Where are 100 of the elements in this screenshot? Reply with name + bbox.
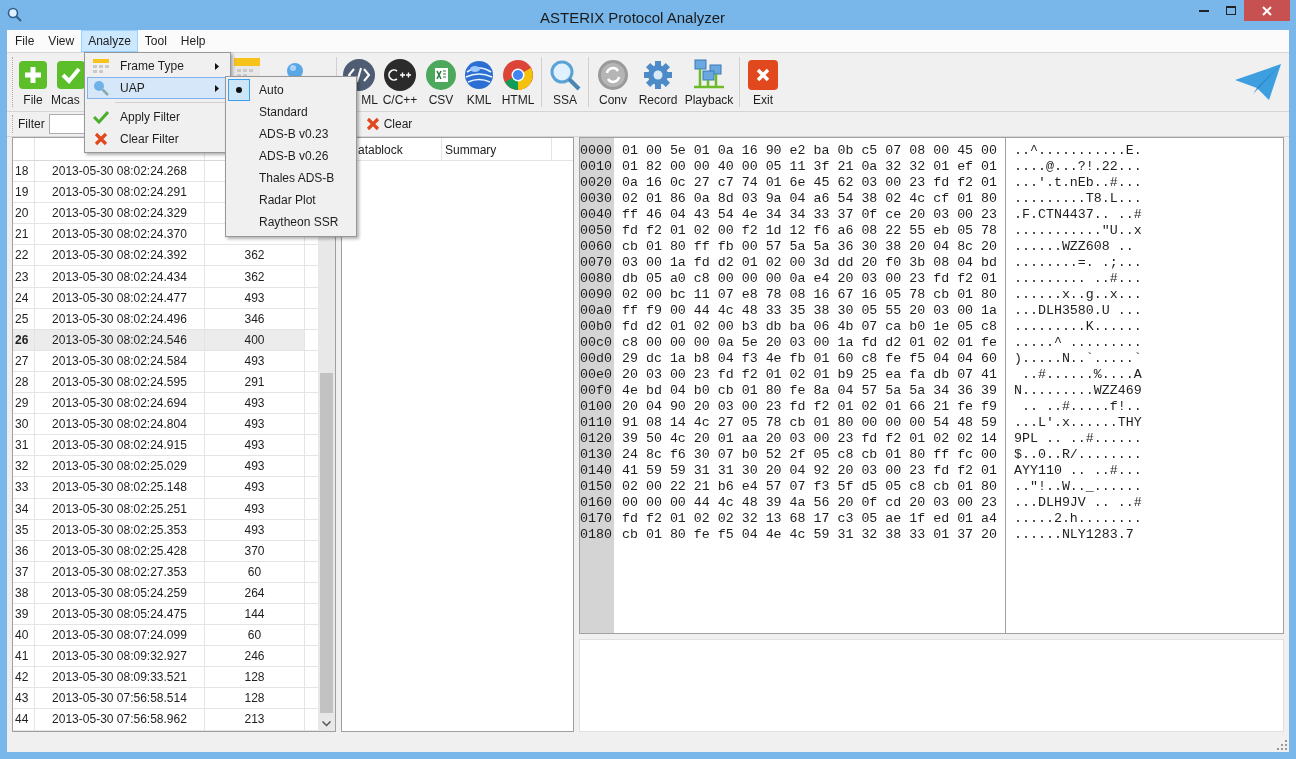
row-header[interactable]: 31	[13, 435, 35, 456]
menu-item[interactable]: ADS-B v0.23	[228, 123, 354, 145]
ascii-text: .........T8.L...	[1014, 191, 1143, 207]
hex-bytes: 29 dc 1a b8 04 f3 4e fb 01 60 c8 fe f5 04 04 60	[622, 351, 999, 367]
toolbar-button[interactable]: SSA	[545, 53, 585, 111]
toolbar-button[interactable]: CSV	[422, 53, 460, 111]
gear-icon	[643, 60, 673, 90]
table-cell: 346	[205, 308, 305, 329]
toolbar-button[interactable]: Exit	[743, 53, 783, 111]
table-cell: 362	[205, 266, 305, 287]
menu-item[interactable]: UAP	[87, 77, 228, 99]
row-header[interactable]: 30	[13, 414, 35, 435]
check-icon	[93, 110, 109, 124]
row-header[interactable]: 24	[13, 287, 35, 308]
table-cell: 2013-05-30 08:02:24.329	[35, 203, 205, 224]
menu-item[interactable]: Tool	[137, 30, 174, 52]
menu-item[interactable]: Standard	[228, 101, 354, 123]
menu-item[interactable]: File	[8, 30, 42, 52]
table-cell: 2013-05-30 08:05:24.259	[35, 582, 205, 603]
toolbar-button[interactable]: Playback	[682, 53, 736, 111]
table-cell: 493	[205, 519, 305, 540]
search-icon	[93, 80, 109, 96]
row-header[interactable]: 35	[13, 519, 35, 540]
hex-bytes: db 05 a0 c8 00 00 00 0a e4 20 03 00 23 fd f2 01	[622, 271, 999, 287]
offset-label: 0150	[580, 479, 613, 495]
row-header[interactable]: 32	[13, 456, 35, 477]
grid-icon	[93, 59, 109, 73]
row-header[interactable]: 29	[13, 393, 35, 414]
hex-bytes: 4e bd 04 b0 cb 01 80 fe 8a 04 57 5a 5a 34 36 39	[622, 383, 999, 399]
maximize-icon	[1225, 6, 1236, 15]
table-cell: 2013-05-30 08:02:24.291	[35, 182, 205, 203]
menu-item[interactable]: Raytheon SSR	[228, 211, 354, 233]
row-header[interactable]: 37	[13, 561, 35, 582]
menu-item[interactable]: Clear Filter	[87, 128, 228, 150]
ascii-text: ......WZZ608 ..	[1014, 239, 1135, 255]
hex-bytes: 01 82 00 00 40 00 05 11 3f 21 0a 32 32 01 ef 01	[622, 159, 999, 175]
row-header[interactable]: 44	[13, 709, 35, 730]
hex-bytes: 20 04 90 20 03 00 23 fd f2 01 02 01 66 21 fe f9	[622, 399, 999, 415]
column-header[interactable]: atablock	[358, 140, 403, 159]
ascii-text: ..#......%....A	[1020, 367, 1143, 383]
row-header[interactable]: 21	[13, 224, 35, 245]
menu-item[interactable]: ADS-B v0.26	[228, 145, 354, 167]
column-header[interactable]: Summary	[445, 140, 497, 159]
menu-item[interactable]: Apply Filter	[87, 106, 228, 128]
row-header[interactable]: 26	[13, 329, 35, 350]
menu-item[interactable]: Thales ADS-B	[228, 167, 354, 189]
window-title: ASTERIX Protocol Analyzer	[540, 8, 726, 28]
row-header[interactable]: 20	[13, 203, 35, 224]
menu-item[interactable]: Analyze	[81, 30, 138, 52]
toolbar-button[interactable]: Conv	[592, 53, 634, 111]
size-grip-icon[interactable]	[1277, 740, 1287, 750]
menu-item[interactable]: Help	[173, 30, 213, 52]
scroll-thumb[interactable]	[320, 373, 333, 713]
hex-bytes: fd f2 01 02 02 32 13 68 17 c3 05 ae 1f ed 01 a4	[622, 511, 999, 527]
table-cell: 2013-05-30 08:02:25.251	[35, 498, 205, 519]
row-header[interactable]: 19	[13, 182, 35, 203]
ascii-text: ......... ..#...	[1014, 271, 1143, 287]
row-header[interactable]: 25	[13, 308, 35, 329]
table-cell: 2013-05-30 08:02:24.694	[35, 393, 205, 414]
ascii-text: ).....N..`.....`	[1014, 351, 1143, 367]
menu-item[interactable]: Frame Type	[87, 55, 228, 77]
toolbar-button[interactable]: HTML	[498, 53, 538, 111]
row-header[interactable]: 18	[13, 161, 35, 182]
toolbar-button[interactable]: KML	[460, 53, 498, 111]
row-header[interactable]: 39	[13, 603, 35, 625]
row-header[interactable]: 43	[13, 688, 35, 709]
hex-bytes: 01 00 5e 01 0a 16 90 e2 ba 0b c5 07 08 00 45 00	[622, 143, 999, 159]
row-header[interactable]: 28	[13, 371, 35, 393]
row-header[interactable]: 23	[13, 266, 35, 287]
row-header[interactable]: 34	[13, 498, 35, 519]
offset-label: 0040	[580, 207, 613, 223]
table-cell: 493	[205, 456, 305, 477]
hex-bytes: 39 50 4c 20 01 aa 20 03 00 23 fd f2 01 02 02 14	[622, 431, 999, 447]
clear-button[interactable]: Clear	[363, 113, 415, 135]
row-header[interactable]: 40	[13, 625, 35, 646]
table-cell: 493	[205, 435, 305, 456]
row-header[interactable]: 42	[13, 667, 35, 688]
table-cell: 2013-05-30 08:09:32.927	[35, 646, 205, 667]
row-header[interactable]: 38	[13, 582, 35, 603]
table-cell: 400	[205, 329, 305, 350]
row-header[interactable]: 27	[13, 350, 35, 371]
menu-item[interactable]: Auto	[228, 79, 354, 101]
hex-bytes: cb 01 80 ff fb 00 57 5a 5a 36 30 38 20 04 8c 20	[622, 239, 999, 255]
menu-item[interactable]: Radar Plot	[228, 189, 354, 211]
toolbar-button[interactable]: File	[15, 53, 51, 111]
row-header[interactable]: 41	[13, 646, 35, 667]
scroll-down-icon[interactable]	[322, 721, 331, 727]
hex-bytes: 02 00 bc 11 07 e8 78 08 16 67 16 05 78 cb 01 80	[622, 287, 999, 303]
offset-label: 0060	[580, 239, 613, 255]
ascii-text: .....^ .........	[1014, 335, 1143, 351]
offset-label: 0130	[580, 447, 613, 463]
toolbar-button[interactable]: Record	[634, 53, 682, 111]
table-cell: 213	[205, 709, 305, 730]
close-button[interactable]	[1244, 0, 1290, 21]
row-header[interactable]: 33	[13, 477, 35, 498]
row-header[interactable]: 22	[13, 245, 35, 266]
close-icon	[365, 117, 380, 131]
row-header[interactable]: 36	[13, 540, 35, 561]
toolbar-button[interactable]: C/C++	[378, 53, 422, 111]
menu-item[interactable]: View	[41, 30, 82, 52]
